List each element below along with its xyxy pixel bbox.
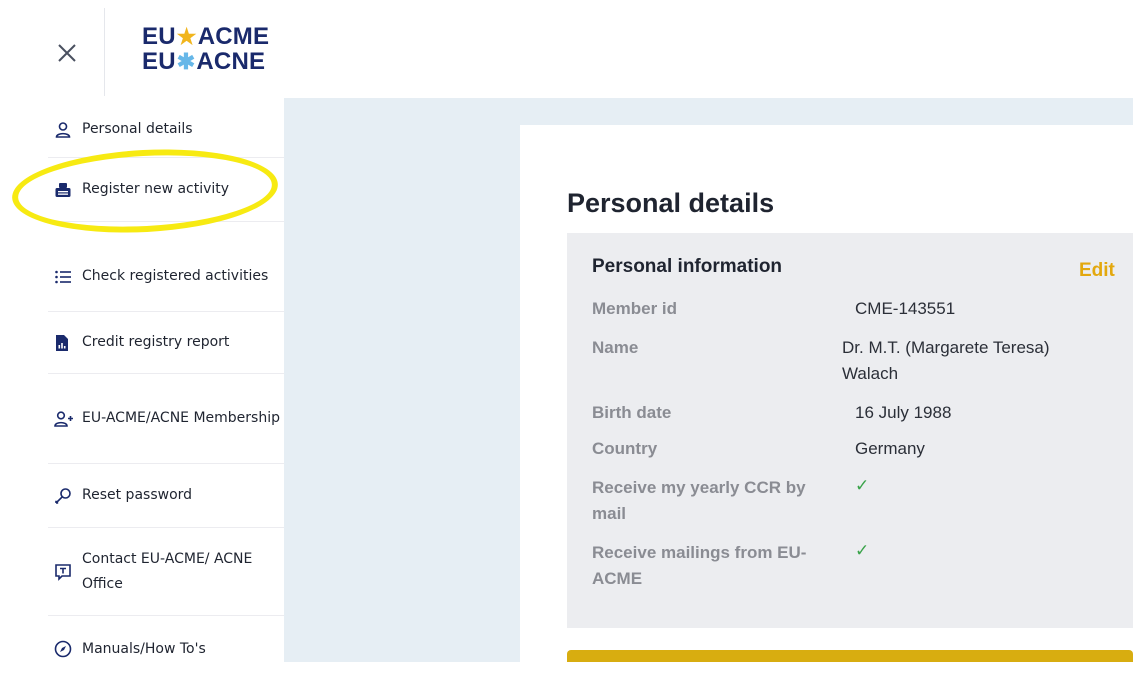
sidebar-item-manuals[interactable]: Manuals/How To's [48,616,284,682]
sidebar-item-label: Register new activity [82,181,230,197]
field-label-mailings: Receive mailings from EU-ACME [592,543,807,588]
page-title: Personal details [567,188,775,218]
check-icon: ✓ [855,476,870,495]
compass-icon [48,640,82,658]
close-icon[interactable] [52,38,82,68]
field-label-name: Name [592,338,639,357]
list-icon [48,268,82,286]
logo-acne: ACNE [196,48,266,75]
sidebar-item-contact-office[interactable]: Contact EU-ACME/ ACNE Office [48,528,284,616]
field-value-name: Dr. M.T. (Margarete Teresa) Walach [842,338,1050,383]
logo-acme: ACME [197,23,270,50]
edit-button[interactable]: Edit [1079,260,1115,282]
sidebar-item-reset-password[interactable]: Reset password [48,464,284,528]
check-icon: ✓ [855,541,870,560]
logo[interactable]: EU ★ ACME EU ✱ ACNE [142,24,269,74]
sidebar-item-membership[interactable]: EU-ACME/ACNE Membership [48,374,284,464]
field-label-birth-date: Birth date [592,403,672,422]
field-label-country: Country [592,439,658,458]
sidebar-item-label: Reset password [82,487,193,503]
field-value-birth-date: 16 July 1988 [855,403,952,422]
register-activity-icon [48,181,82,199]
key-icon [48,487,82,505]
sidebar-item-label: Personal details [82,121,193,137]
sidebar-item-label: Manuals/How To's [82,640,206,657]
sidebar-item-label: Check registered activities [82,268,269,284]
header-divider [104,8,105,96]
field-label-yearly-ccr: Receive my yearly CCR by mail [592,478,806,523]
logo-eu-bottom: EU [142,48,176,75]
field-value-member-id: CME-143551 [855,299,956,318]
sidebar-item-label: Credit registry report [82,334,230,350]
star-icon: ★ [176,24,197,49]
report-icon [48,334,82,352]
sidebar: Personal details Register new activity C… [0,98,284,662]
user-icon [48,121,82,139]
logo-eu-top: EU [142,23,176,50]
field-label-member-id: Member id [592,299,678,318]
star-icon: ✱ [176,49,196,74]
add-user-icon [48,410,82,428]
action-bar[interactable] [567,650,1133,662]
field-value-country: Germany [855,439,925,458]
chat-icon [48,563,82,581]
sidebar-item-credit-report[interactable]: Credit registry report [48,312,284,374]
header: EU ★ ACME EU ✱ ACNE [0,0,1133,98]
sidebar-item-check-activities[interactable]: Check registered activities [48,242,284,312]
sidebar-item-personal-details[interactable]: Personal details [48,102,284,158]
sidebar-item-label: Contact EU-ACME/ ACNE Office [82,550,253,592]
sidebar-item-register-activity[interactable]: Register new activity [48,158,284,222]
sidebar-item-label: EU-ACME/ACNE Membership [82,410,280,426]
section-title: Personal information [592,256,783,277]
